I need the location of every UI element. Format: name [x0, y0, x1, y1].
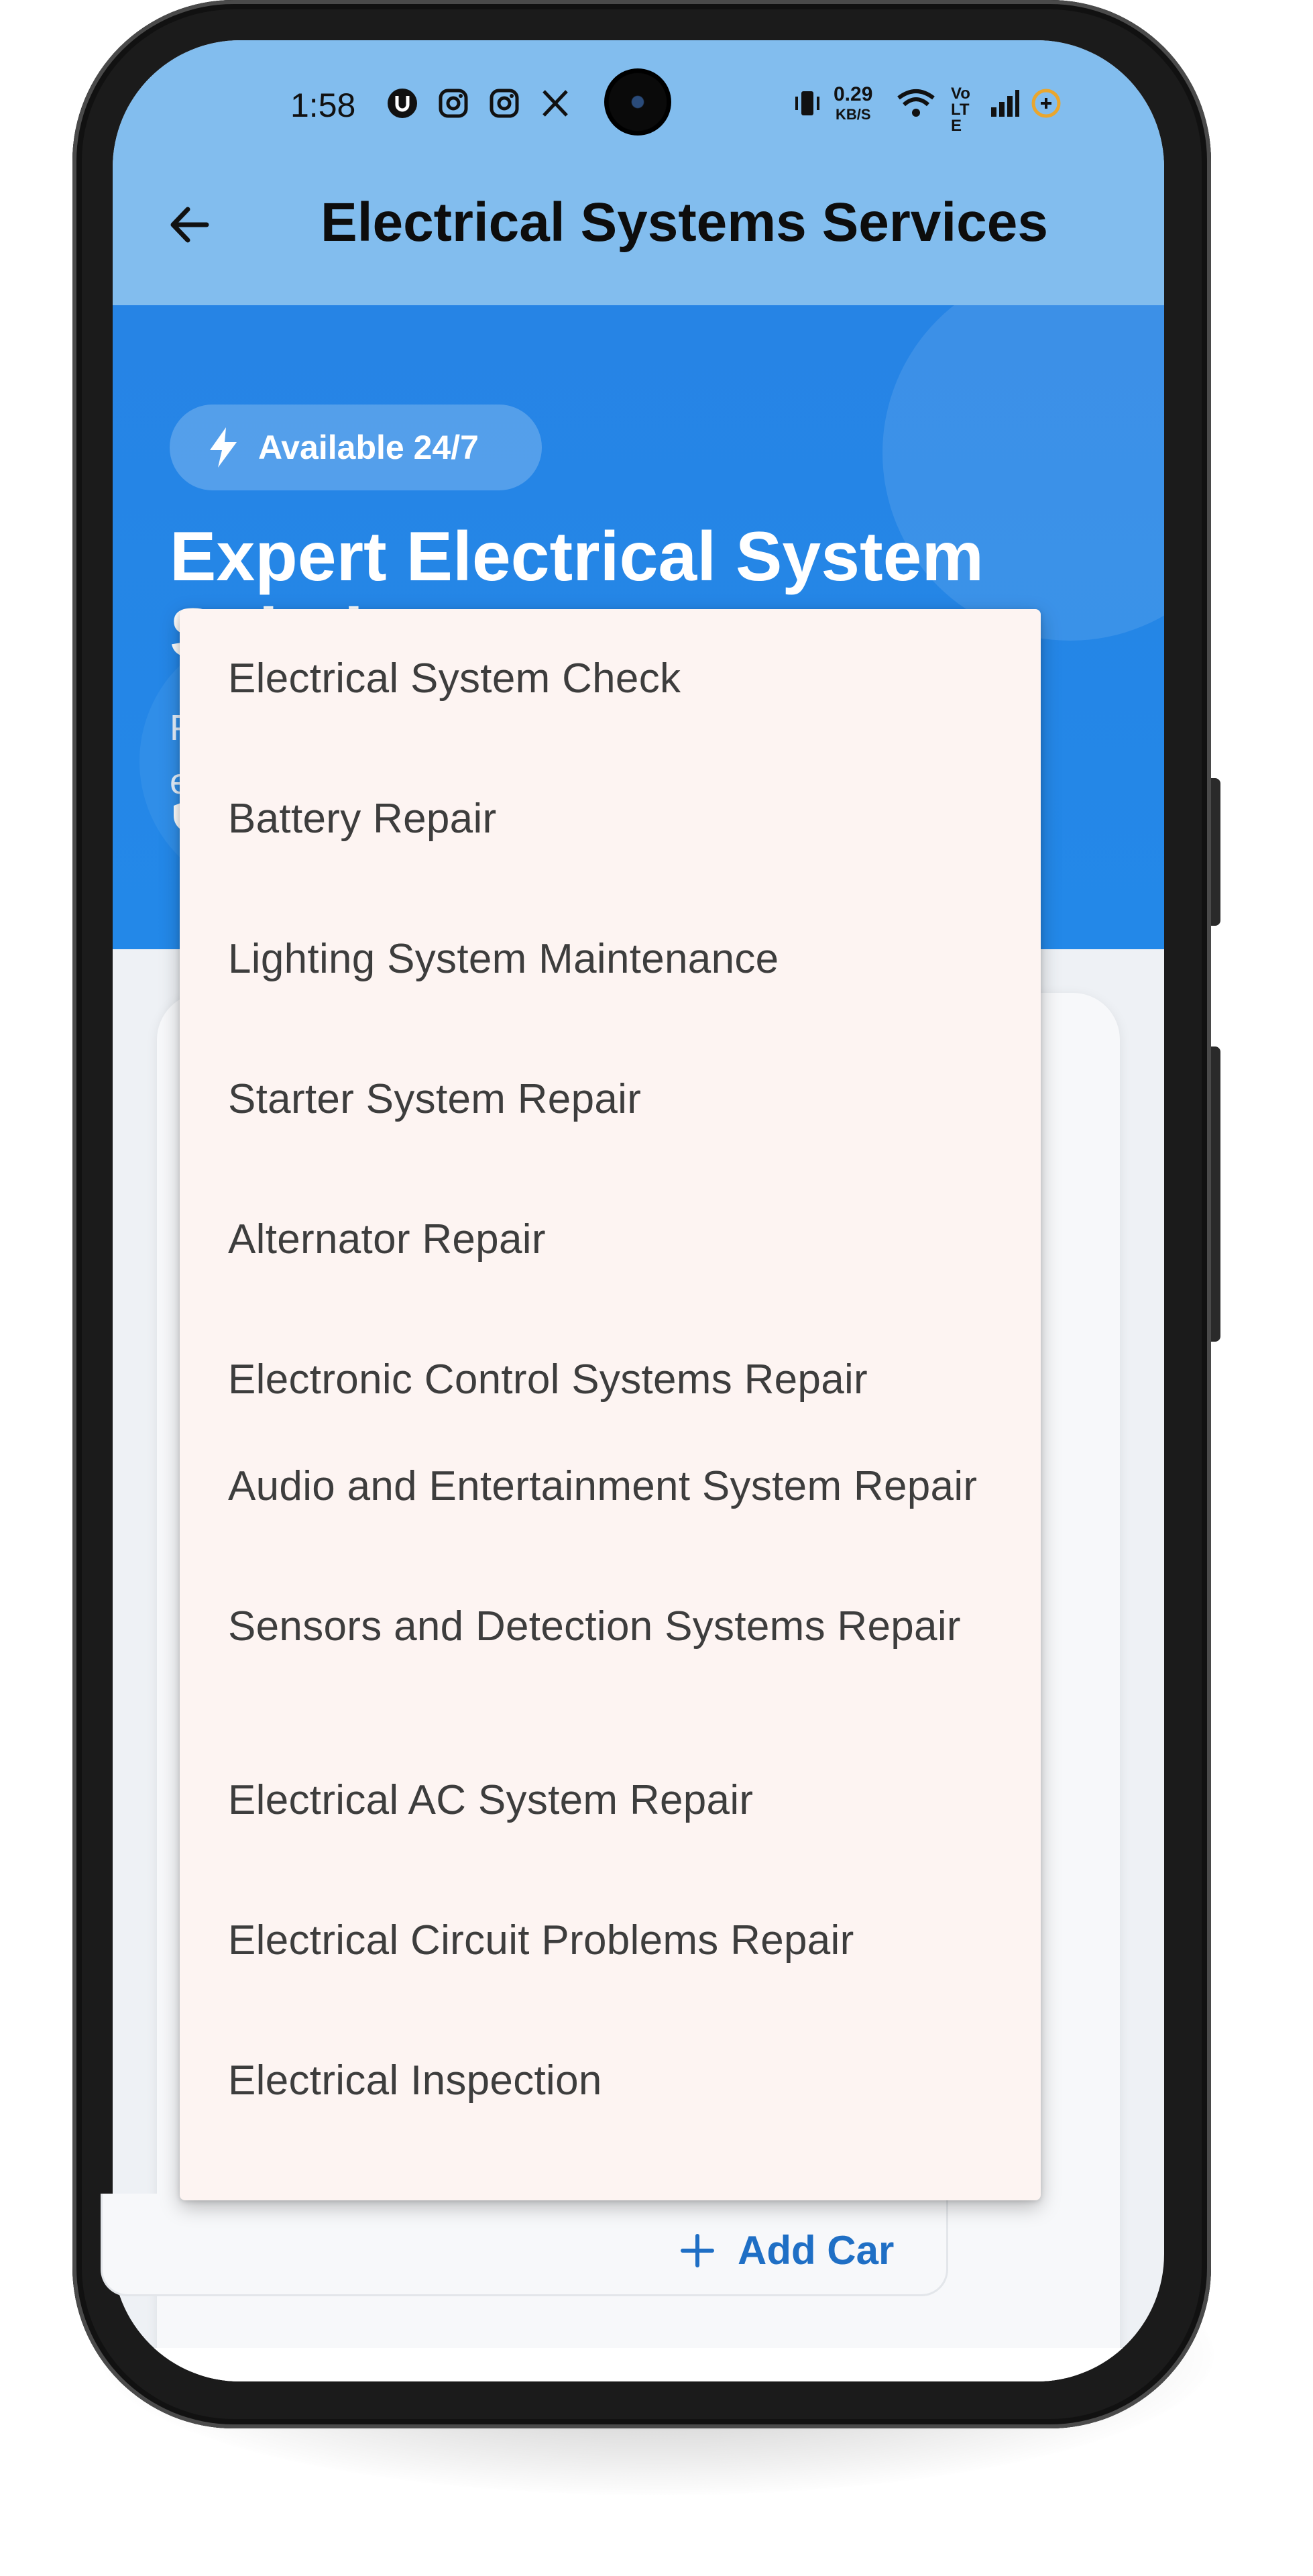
- app-header: 1:58 0.29 KB/S Vo LTE Electrical Systems…: [113, 40, 1164, 305]
- front-camera: [604, 68, 671, 136]
- menu-item-electronic-control-systems-repair[interactable]: Electronic Control Systems Repair: [228, 1346, 999, 1413]
- menu-item-electrical-circuit-repair[interactable]: Electrical Circuit Problems Repair: [228, 1907, 999, 1974]
- menu-item-electrical-ac-repair[interactable]: Electrical AC System Repair: [228, 1767, 999, 1834]
- volume-button: [1211, 778, 1220, 926]
- speed-value: 0.29: [834, 83, 873, 105]
- status-bar: 1:58 0.29 KB/S Vo LTE: [113, 40, 1164, 148]
- power-button: [1211, 1046, 1220, 1342]
- menu-item-alternator-repair[interactable]: Alternator Repair: [228, 1206, 999, 1273]
- menu-item-lighting-system-maintenance[interactable]: Lighting System Maintenance: [228, 926, 999, 993]
- vibrate-icon: [791, 87, 823, 119]
- page-title: Electrical Systems Services: [321, 192, 1048, 253]
- arrow-left-icon: [170, 207, 209, 243]
- instagram-icon: [437, 87, 469, 119]
- signal-icon: [988, 87, 1021, 119]
- bottom-edge: [113, 2348, 1164, 2381]
- add-car-button[interactable]: Add Car: [677, 2227, 894, 2273]
- menu-item-battery-repair[interactable]: Battery Repair: [228, 786, 999, 853]
- x-icon: [539, 87, 571, 119]
- plus-icon: [677, 2231, 718, 2271]
- menu-item-electrical-inspection[interactable]: Electrical Inspection: [228, 2047, 999, 2114]
- speed-unit: KB/S: [836, 106, 871, 123]
- service-dropdown-menu: Electrical System Check Battery Repair L…: [180, 609, 1041, 2200]
- back-button[interactable]: [160, 195, 220, 255]
- wifi-icon: [896, 87, 936, 119]
- menu-item-audio-entertainment-repair[interactable]: Audio and Entertainment System Repair: [228, 1453, 999, 1520]
- availability-badge: Available 24/7: [170, 405, 542, 490]
- menu-item-starter-system-repair[interactable]: Starter System Repair: [228, 1066, 999, 1133]
- menu-item-sensors-detection-repair[interactable]: Sensors and Detection Systems Repair: [228, 1593, 999, 1660]
- menu-item-electrical-system-check[interactable]: Electrical System Check: [228, 645, 999, 712]
- battery-icon: [1030, 87, 1062, 119]
- network-label: Vo LTE: [951, 85, 970, 135]
- lightning-icon: [205, 426, 242, 469]
- instagram-icon: [488, 87, 520, 119]
- add-car-label: Add Car: [738, 2228, 895, 2273]
- u-notification-icon: [386, 87, 418, 119]
- availability-label: Available 24/7: [258, 429, 479, 466]
- status-time: 1:58: [290, 87, 356, 124]
